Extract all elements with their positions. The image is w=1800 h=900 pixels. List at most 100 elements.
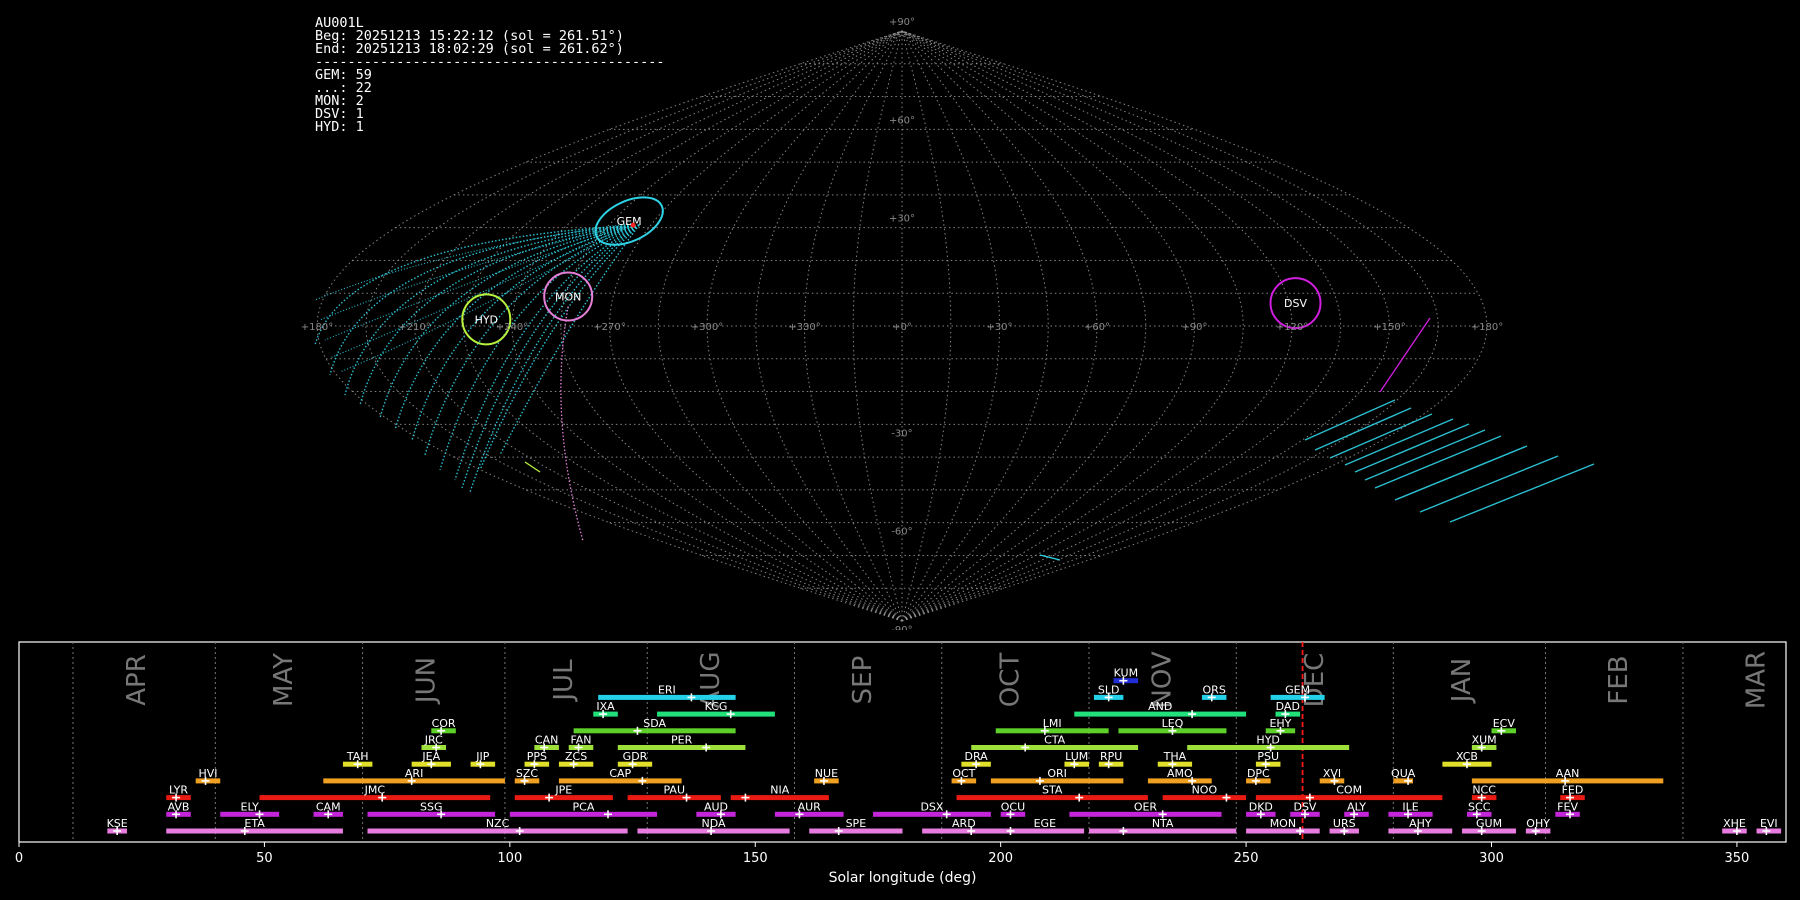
shower-label: URS xyxy=(1333,817,1356,830)
shower-label: OHY xyxy=(1526,817,1550,830)
shower-label: ZCS xyxy=(565,750,587,763)
shower-label: SCC xyxy=(1468,800,1491,813)
shower-label: EHY xyxy=(1269,717,1291,730)
shower-label: SSG xyxy=(420,800,443,813)
shower-ecv: ECV xyxy=(1491,717,1517,735)
shower-label: AND xyxy=(1148,700,1172,713)
shower-label: GUM xyxy=(1476,817,1502,830)
shower-jrc: JRC xyxy=(421,734,447,752)
shower-psu: PSU xyxy=(1255,750,1281,769)
shower-label: ECV xyxy=(1493,717,1516,730)
lat-tick-label: -60° xyxy=(891,527,912,538)
radiant-mon-label: MON xyxy=(555,291,581,304)
x-tick-label: 100 xyxy=(497,851,522,866)
shower-label: NDA xyxy=(702,817,727,830)
shower-activity-timeline: APR MAY JUN JUL AUG SEP OCT NOV DEC JAN FEB MAR KUM… xyxy=(15,641,1787,886)
shower-ohy: OHY xyxy=(1525,817,1551,835)
shower-aly: ALY xyxy=(1344,800,1369,819)
lon-tick-label: +180° xyxy=(1471,322,1503,333)
shower-cam: CAM xyxy=(313,800,343,819)
shower-xum: XUM xyxy=(1472,734,1497,752)
shower-label: FAN xyxy=(570,734,591,747)
shower-evi: EVI xyxy=(1756,817,1782,835)
shower-fev: FEV xyxy=(1555,800,1580,819)
shower-ehy: EHY xyxy=(1265,717,1296,735)
month-label-jul: JUL xyxy=(549,659,579,703)
shower-label: LUM xyxy=(1065,750,1088,763)
shower-label: ALY xyxy=(1347,800,1366,813)
shower-label: ARD xyxy=(952,817,976,830)
shower-urs: URS xyxy=(1329,817,1359,835)
x-tick-label: 200 xyxy=(988,851,1013,866)
radiant-gem-label: GEM xyxy=(617,215,642,228)
shower-label: XHE xyxy=(1723,817,1746,830)
radiant-sky-map: GEMMONHYDDSV +90°+60°+30°-30°-60°-90°+18… xyxy=(301,17,1595,630)
shower-xhe: XHE xyxy=(1722,817,1747,835)
shower-dsv: DSV xyxy=(1290,800,1320,819)
shower-ncc: NCC xyxy=(1471,784,1497,802)
shower-label: OCU xyxy=(1001,800,1025,813)
shower-label: AUD xyxy=(704,800,728,813)
shower-label: HVI xyxy=(198,767,217,780)
shower-nue: NUE xyxy=(814,767,839,785)
shower-label: OER xyxy=(1134,800,1158,813)
shower-label: AAN xyxy=(1556,767,1580,780)
shower-ocu: OCU xyxy=(1000,800,1026,819)
shower-label: ORS xyxy=(1203,683,1226,696)
shower-label: LYR xyxy=(169,784,188,797)
shower-label: HYD xyxy=(1256,734,1279,747)
shower-label: XCB xyxy=(1456,750,1478,763)
shower-label: KUM xyxy=(1114,667,1138,680)
shower-label: AHY xyxy=(1409,817,1432,830)
shower-label: LMI xyxy=(1043,717,1062,730)
shower-avb: AVB xyxy=(166,800,191,819)
shower-tah: TAH xyxy=(342,750,373,769)
shower-szc: SZC xyxy=(514,767,540,785)
shower-label: SDA xyxy=(643,717,666,730)
shower-label: DKD xyxy=(1249,800,1273,813)
gem-streak xyxy=(479,224,640,471)
shower-label: JPE xyxy=(554,784,572,797)
radiant-hyd-label: HYD xyxy=(475,313,498,326)
gem-streak xyxy=(1419,455,1559,513)
shower-label: DSV xyxy=(1293,800,1316,813)
shower-label: MON xyxy=(1270,817,1296,830)
shower-label: ILE xyxy=(1402,800,1418,813)
shower-label: COM xyxy=(1336,784,1362,797)
lon-tick-label: +60° xyxy=(1084,322,1110,333)
shower-label: EVI xyxy=(1760,817,1778,830)
radiant-dsv-label: DSV xyxy=(1284,297,1307,310)
x-tick-label: 0 xyxy=(15,851,23,866)
shower-sld: SLD xyxy=(1093,683,1124,702)
shower-dkd: DKD xyxy=(1246,800,1276,819)
shower-label: JMC xyxy=(364,784,386,797)
shower-label: RPU xyxy=(1100,750,1122,763)
x-axis: 0 50 100 150 200 250 300 350 Solar longitude (de… xyxy=(15,842,1749,886)
lon-tick-label: +300° xyxy=(691,322,723,333)
month-label-jun: JUN xyxy=(411,657,441,705)
shower-label: XVI xyxy=(1323,767,1341,780)
shower-label: DSX xyxy=(920,800,943,813)
shower-label: PSU xyxy=(1257,750,1279,763)
shower-dad: DAD xyxy=(1275,700,1301,719)
x-tick-label: 350 xyxy=(1725,851,1750,866)
shower-label: PPS xyxy=(527,750,547,763)
lon-tick-label: +90° xyxy=(1181,322,1207,333)
gem-streak xyxy=(1364,429,1486,481)
shower-lyr: LYR xyxy=(166,784,191,802)
shower-label: IXA xyxy=(596,700,615,713)
month-label-jan: JAN xyxy=(1447,658,1477,704)
lat-tick-label: +60° xyxy=(889,115,915,126)
month-label-oct: OCT xyxy=(995,653,1025,708)
lon-tick-label: +210° xyxy=(398,322,430,333)
shower-ors: ORS xyxy=(1201,683,1227,702)
shower-label: KSE xyxy=(107,817,128,830)
month-label-mar: MAR xyxy=(1742,651,1772,709)
shower-label: AVB xyxy=(168,800,190,813)
shower-label: KCG xyxy=(705,700,728,713)
shower-label: DAD xyxy=(1276,700,1300,713)
gem-streak xyxy=(1394,445,1528,501)
shower-label: JEA xyxy=(421,750,440,763)
shower-label: SLD xyxy=(1098,683,1120,696)
lon-tick-label: +0° xyxy=(892,322,912,333)
